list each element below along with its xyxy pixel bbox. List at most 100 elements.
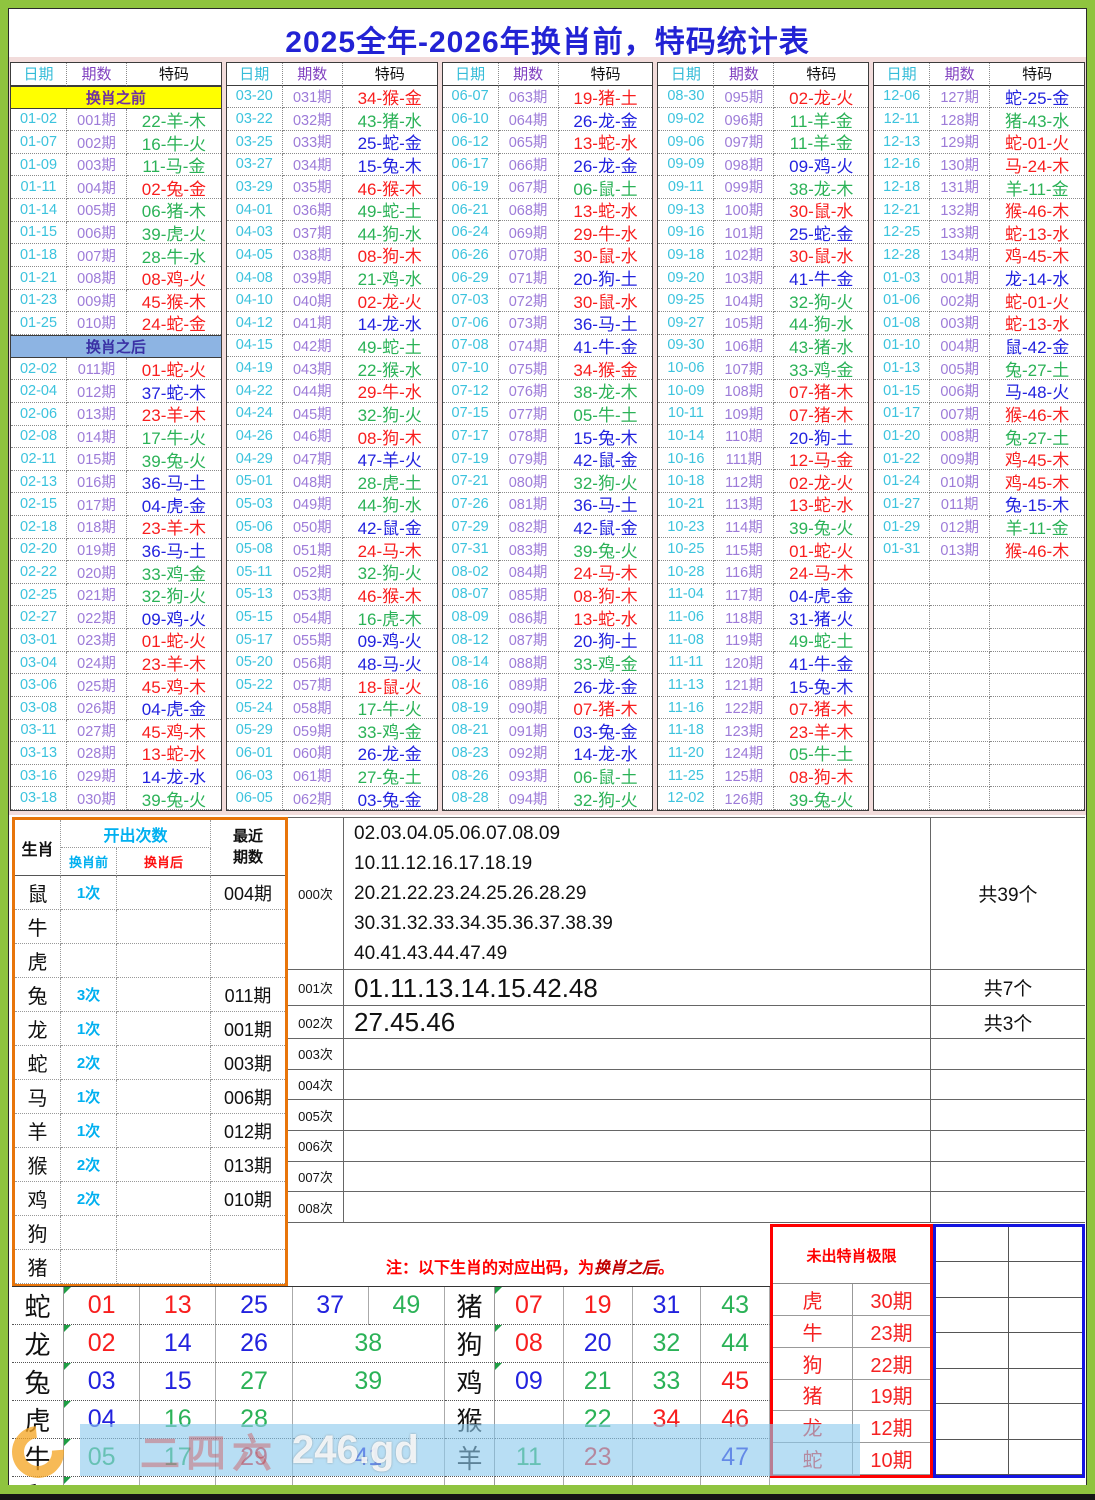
period-cell: 109期 [714, 402, 775, 426]
code-cell: 42-鼠-金 [342, 516, 437, 539]
numbers-line: 27.45.46 [354, 1007, 456, 1037]
period-table-3: 日期 期数 特码 06-07 063期 19-猪-土 06-10 064期 26-龙-金 06-1… [441, 62, 654, 811]
count-row: 007次 [288, 1161, 1085, 1193]
code-cell: 25-蛇-金 [774, 221, 869, 245]
limit-zodiac: 狗 [773, 1347, 853, 1380]
count-before-cell: 2次 [61, 1046, 117, 1080]
recent-period-cell: 013期 [211, 1148, 285, 1182]
zodiac-cell: 牛 [15, 910, 61, 944]
period-cell [930, 606, 991, 629]
code-cell: 13-蛇-水 [558, 199, 653, 222]
count-before-cell: 1次 [61, 1080, 117, 1114]
code-cell: 41-牛-金 [774, 267, 869, 290]
date-cell: 07-12 [442, 379, 499, 403]
code-cell: 08-鸡-火 [127, 267, 221, 290]
map-number: 45 [701, 1363, 770, 1401]
code-cell: 13-蛇-水 [558, 131, 653, 154]
period-cell: 057期 [282, 674, 343, 697]
period-table-4: 日期 期数 特码 08-30 095期 02-龙-火 09-02 096期 11-羊-金 09-0… [657, 62, 870, 811]
code-cell: 23-羊-木 [774, 719, 869, 743]
empty-cell [1009, 1262, 1082, 1298]
period-cell: 008期 [67, 266, 127, 290]
period-cell: 011期 [67, 357, 127, 381]
date-cell: 06-12 [442, 130, 499, 154]
period-cell: 076期 [498, 379, 559, 403]
date-cell: 03-04 [11, 651, 67, 675]
period-cell: 096期 [714, 108, 775, 131]
date-cell: 10-23 [658, 515, 715, 539]
map-number: 07 [495, 1287, 564, 1325]
date-cell: 10-16 [658, 447, 715, 471]
code-cell: 12-马-金 [774, 448, 869, 471]
count-before-cell [61, 910, 117, 944]
period-cell: 023期 [67, 629, 127, 652]
date-cell: 02-04 [11, 380, 67, 403]
date-cell: 08-28 [442, 787, 499, 810]
map-number: 29 [216, 1439, 293, 1477]
date-cell: 05-29 [226, 719, 283, 743]
count-before-cell: 2次 [61, 1148, 117, 1182]
date-cell: 08-30 [658, 85, 715, 109]
code-cell [990, 584, 1084, 607]
date-cell: 07-03 [442, 289, 499, 312]
date-cell: 08-21 [442, 719, 499, 743]
date-cell: 10-21 [658, 493, 715, 516]
limits-title: 未出特肖极限 [773, 1227, 930, 1284]
period-cell: 077期 [498, 402, 559, 426]
statistics-sheet: 2025全年-2026年换肖前，特码统计表 日期 期数 特码 换肖之前 01-02 001… [0, 0, 1095, 1500]
date-cell: 06-26 [442, 244, 499, 267]
map-number: 32 [632, 1325, 702, 1363]
period-cell: 005期 [67, 199, 127, 222]
count-label: 001次 [288, 970, 344, 1005]
period-cell [930, 628, 991, 652]
code-cell: 羊-11-金 [990, 516, 1084, 539]
period-cell: 078期 [498, 425, 559, 448]
recent-period-cell: 004期 [211, 876, 285, 910]
date-cell: 12-16 [874, 153, 931, 177]
period-cell: 004期 [67, 176, 127, 200]
date-cell: 01-17 [874, 402, 931, 426]
date-cell: 05-13 [226, 583, 283, 607]
limit-zodiac: 猪 [773, 1379, 853, 1412]
date-cell: 06-10 [442, 108, 499, 131]
period-cell: 074期 [498, 334, 559, 358]
limit-periods: 23期 [853, 1316, 930, 1348]
date-cell: 03-11 [11, 719, 67, 743]
code-cell: 36-马-土 [558, 312, 653, 335]
code-header: 特码 [990, 63, 1084, 86]
code-cell: 44-狗-水 [342, 221, 437, 245]
code-cell: 36-马-土 [127, 539, 221, 562]
map-zodiac: 牛 [12, 1439, 64, 1477]
map-zodiac: 猴 [445, 1401, 495, 1439]
period-cell: 015期 [67, 448, 127, 471]
date-cell: 03-08 [11, 696, 67, 720]
date-cell: 06-19 [442, 176, 499, 199]
count-after-cell [117, 944, 211, 978]
date-cell: 12-28 [874, 244, 931, 267]
period-cell: 010期 [67, 312, 127, 335]
code-cell: 蛇-01-火 [990, 131, 1084, 154]
period-cell: 006期 [930, 379, 991, 403]
date-cell: 01-10 [874, 334, 931, 358]
date-cell: 08-23 [442, 742, 499, 765]
period-cell: 001期 [67, 108, 127, 132]
period-cell: 027期 [67, 719, 127, 743]
code-cell: 45-鸡-木 [127, 720, 221, 743]
count-before-cell [61, 944, 117, 978]
date-cell: 03-20 [226, 85, 283, 109]
code-cell: 46-猴-木 [342, 176, 437, 199]
count-label: 004次 [288, 1069, 344, 1100]
map-number: 05 [64, 1439, 141, 1477]
date-cell: 04-24 [226, 402, 283, 426]
date-cell: 06-21 [442, 198, 499, 222]
date-cell: 03-25 [226, 130, 283, 154]
count-row: 004次 [288, 1069, 1085, 1101]
date-cell: 07-19 [442, 447, 499, 471]
period-cell: 007期 [67, 244, 127, 267]
date-cell: 06-03 [226, 764, 283, 788]
code-cell [990, 742, 1084, 765]
numbers-line: 20.21.22.23.24.25.26.28.29 [354, 882, 587, 904]
code-cell: 14-龙-水 [342, 312, 437, 335]
limit-periods: 19期 [853, 1380, 930, 1412]
date-cell: 02-15 [11, 493, 67, 517]
